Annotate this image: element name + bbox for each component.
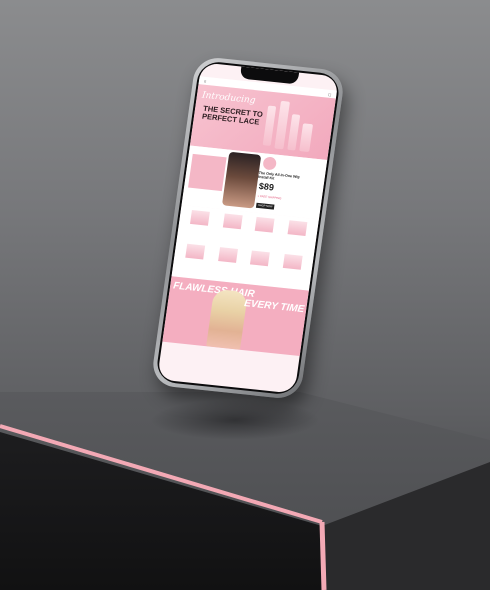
product-image: [282, 253, 303, 270]
product-image: [217, 247, 238, 263]
product-image: [185, 243, 206, 260]
product-card[interactable]: [243, 250, 275, 283]
product-image: [250, 250, 271, 267]
product-image: [287, 220, 308, 237]
blonde-model-photo: [206, 288, 249, 350]
pedestal-glow-corner: [319, 521, 327, 590]
product-bottle-image: [262, 105, 277, 146]
product-card[interactable]: [276, 253, 308, 286]
hero-headline: THE SECRET TO PERFECT LACE: [201, 103, 264, 127]
product-card[interactable]: [211, 247, 243, 280]
product-card[interactable]: [281, 220, 313, 253]
menu-icon[interactable]: ≡: [204, 78, 207, 83]
cart-icon[interactable]: ◻: [328, 91, 332, 96]
flawless-hair-banner[interactable]: FLAWLESS HAIR EVERY TIME: [162, 276, 309, 357]
shop-now-button[interactable]: SHOP NOW: [255, 202, 275, 210]
phone-shadow: [150, 400, 320, 440]
product-card[interactable]: [178, 243, 210, 276]
product-card[interactable]: [248, 216, 280, 249]
mockup-scene: ≡ ◻ Introducing THE SECRET TO PERFECT LA…: [0, 0, 490, 590]
product-bottle-image: [299, 123, 314, 153]
product-image: [222, 213, 243, 230]
product-image: [255, 216, 275, 233]
product-card[interactable]: [183, 210, 215, 243]
model-photo: [221, 151, 262, 209]
banner-right-text: EVERY TIME: [243, 298, 305, 316]
product-card[interactable]: [215, 213, 247, 246]
kit-product-image: [188, 153, 227, 192]
product-bottle-image: [287, 114, 301, 151]
product-image: [189, 210, 210, 226]
promo-note: + FREE SHIPPING: [257, 193, 282, 201]
promo-badge: [262, 156, 278, 171]
promo-price: $89: [258, 180, 275, 193]
